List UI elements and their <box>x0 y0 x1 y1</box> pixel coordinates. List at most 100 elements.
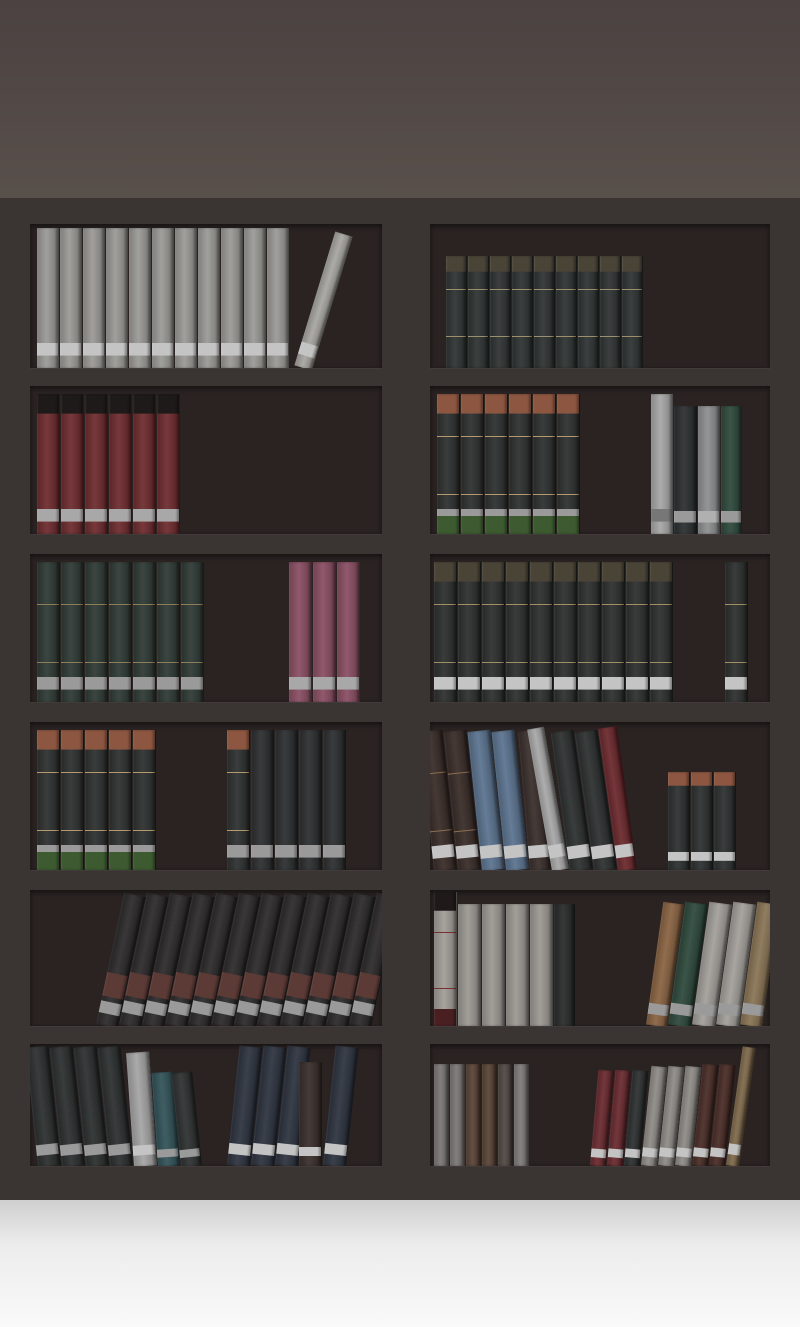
book-spine <box>674 406 697 534</box>
book-spine <box>175 228 197 368</box>
book-spine <box>61 394 84 534</box>
book-spine <box>482 1064 497 1166</box>
book-spine <box>458 904 481 1026</box>
book-spine <box>466 1064 481 1166</box>
book-spine <box>337 562 360 702</box>
cubby-left-4 <box>30 722 382 870</box>
book-spine <box>85 730 108 870</box>
book-spine <box>109 394 132 534</box>
book-spine <box>512 256 533 368</box>
book-spine <box>557 394 580 534</box>
book-spine <box>434 1064 449 1166</box>
book-spine <box>37 730 60 870</box>
book-spine <box>514 1064 529 1166</box>
book-spine <box>133 730 156 870</box>
cubby-left-5 <box>30 890 382 1026</box>
book-spine <box>498 1064 513 1166</box>
book-spine <box>530 562 553 702</box>
book-spine <box>554 904 575 1026</box>
book-spine <box>600 256 621 368</box>
book-spine <box>133 562 156 702</box>
book-spine <box>37 228 59 368</box>
book-spine <box>602 562 625 702</box>
book-spine <box>109 562 132 702</box>
cubby-left-2 <box>30 386 382 534</box>
book-spine <box>313 562 336 702</box>
book-spine <box>37 562 60 702</box>
book-spine <box>650 562 673 702</box>
book-spine <box>85 394 108 534</box>
floor <box>0 1200 800 1327</box>
book-spine <box>37 394 60 534</box>
book-spine <box>83 228 105 368</box>
cubby-right-6 <box>430 1044 770 1166</box>
book-spine <box>485 394 508 534</box>
book-spine <box>482 562 505 702</box>
book-spine <box>651 394 673 534</box>
book-spine <box>533 394 556 534</box>
book-spine <box>554 562 577 702</box>
cubby-right-1 <box>430 224 770 368</box>
book-spine <box>227 730 250 870</box>
book-spine <box>721 406 742 534</box>
book-spine <box>299 730 322 870</box>
book-spine <box>157 394 180 534</box>
book-spine <box>668 772 690 870</box>
book-spine <box>468 256 489 368</box>
cubby-right-4 <box>430 722 770 870</box>
book-spine <box>323 730 346 870</box>
cubby-right-5 <box>430 890 770 1026</box>
book-spine <box>434 562 457 702</box>
book-spine <box>437 394 460 534</box>
book-spine <box>482 904 505 1026</box>
book-spine <box>434 892 457 1026</box>
book-spine <box>109 730 132 870</box>
book-spine <box>626 562 649 702</box>
book-spine <box>458 562 481 702</box>
book-spine <box>323 1045 359 1166</box>
book-spine <box>267 228 289 368</box>
book-spine <box>198 228 220 368</box>
book-spine <box>725 562 748 702</box>
book-spine <box>578 256 599 368</box>
book-spine <box>450 1064 465 1166</box>
book-spine <box>714 772 736 870</box>
book-spine <box>275 730 298 870</box>
wall <box>0 0 800 198</box>
book-spine <box>446 256 467 368</box>
cubby-left-6 <box>30 1044 382 1166</box>
bookcase <box>0 198 800 1200</box>
book-spine <box>152 228 174 368</box>
book-spine <box>698 406 720 534</box>
cubby-left-1 <box>30 224 382 368</box>
book-spine <box>106 228 128 368</box>
book-spine <box>461 394 484 534</box>
book-spine <box>534 256 555 368</box>
book-spine <box>85 562 108 702</box>
book-spine <box>181 562 204 702</box>
book-spine <box>490 256 511 368</box>
book-spine <box>133 394 156 534</box>
cubby-left-3 <box>30 554 382 702</box>
book-spine <box>157 562 180 702</box>
book-spine <box>506 904 529 1026</box>
book-spine <box>289 562 312 702</box>
book-spine <box>556 256 577 368</box>
cubby-right-2 <box>430 386 770 534</box>
book-spine <box>61 562 84 702</box>
book-spine <box>294 231 353 368</box>
book-spine <box>61 730 84 870</box>
book-spine <box>244 228 266 368</box>
book-spine <box>509 394 532 534</box>
book-spine <box>299 1062 322 1166</box>
book-spine <box>530 904 553 1026</box>
book-spine <box>691 772 713 870</box>
book-spine <box>251 730 274 870</box>
cubby-right-3 <box>430 554 770 702</box>
book-spine <box>506 562 529 702</box>
book-spine <box>578 562 601 702</box>
book-spine <box>221 228 243 368</box>
book-spine <box>129 228 151 368</box>
book-spine <box>622 256 643 368</box>
book-spine <box>60 228 82 368</box>
